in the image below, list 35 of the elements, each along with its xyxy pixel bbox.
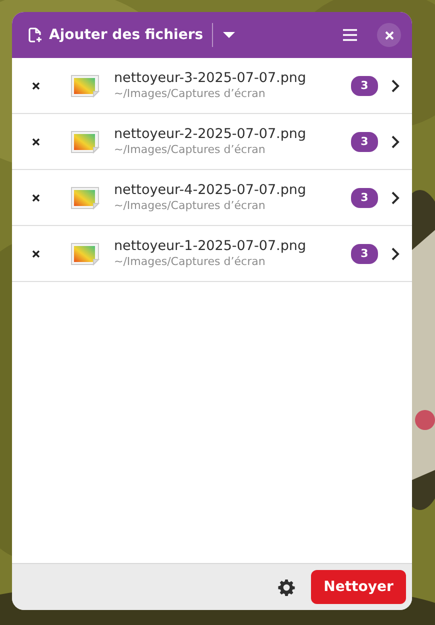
file-name: nettoyeur-2-2025-07-07.png (114, 124, 308, 142)
file-name: nettoyeur-3-2025-07-07.png (114, 68, 308, 86)
image-file-icon (70, 74, 100, 98)
chevron-right-icon[interactable] (391, 78, 400, 92)
chevron-right-icon[interactable] (391, 246, 400, 260)
remove-icon (32, 82, 40, 90)
file-path: ~/Images/Captures d’écran (114, 198, 266, 212)
image-file-icon (70, 242, 100, 266)
remove-icon (32, 250, 40, 258)
file-path: ~/Images/Captures d’écran (114, 142, 266, 156)
menu-icon (343, 29, 357, 41)
file-row[interactable]: nettoyeur-3-2025-07-07.png ~/Images/Captures d’écran 3 (12, 58, 412, 114)
caret-icon (223, 31, 236, 39)
file-name: nettoyeur-1-2025-07-07.png (114, 236, 308, 254)
add-file-icon (27, 27, 43, 43)
settings-icon (278, 578, 295, 596)
chevron-right-icon[interactable] (391, 134, 400, 148)
close-button[interactable] (377, 23, 401, 47)
chevron-right-icon[interactable] (391, 190, 400, 204)
metadata-count-badge: 3 (351, 244, 378, 264)
file-row[interactable]: nettoyeur-4-2025-07-07.png ~/Images/Captures d’écran 3 (12, 170, 412, 226)
image-file-icon (70, 130, 100, 154)
metadata-count-badge: 3 (351, 76, 378, 96)
image-file-icon (70, 186, 100, 210)
file-path: ~/Images/Captures d’écran (114, 86, 266, 100)
file-path: ~/Images/Captures d’écran (114, 254, 266, 268)
metadata-count-badge: 3 (351, 188, 378, 208)
clean-button[interactable]: Nettoyer (311, 570, 406, 604)
file-row[interactable]: nettoyeur-1-2025-07-07.png ~/Images/Captures d’écran 3 (12, 226, 412, 282)
remove-icon (32, 138, 40, 146)
file-row[interactable]: nettoyeur-2-2025-07-07.png ~/Images/Captures d’écran 3 (12, 114, 412, 170)
remove-icon (32, 194, 40, 202)
file-name: nettoyeur-4-2025-07-07.png (114, 180, 308, 198)
metadata-count-badge: 3 (351, 132, 378, 152)
close-icon (384, 30, 394, 40)
